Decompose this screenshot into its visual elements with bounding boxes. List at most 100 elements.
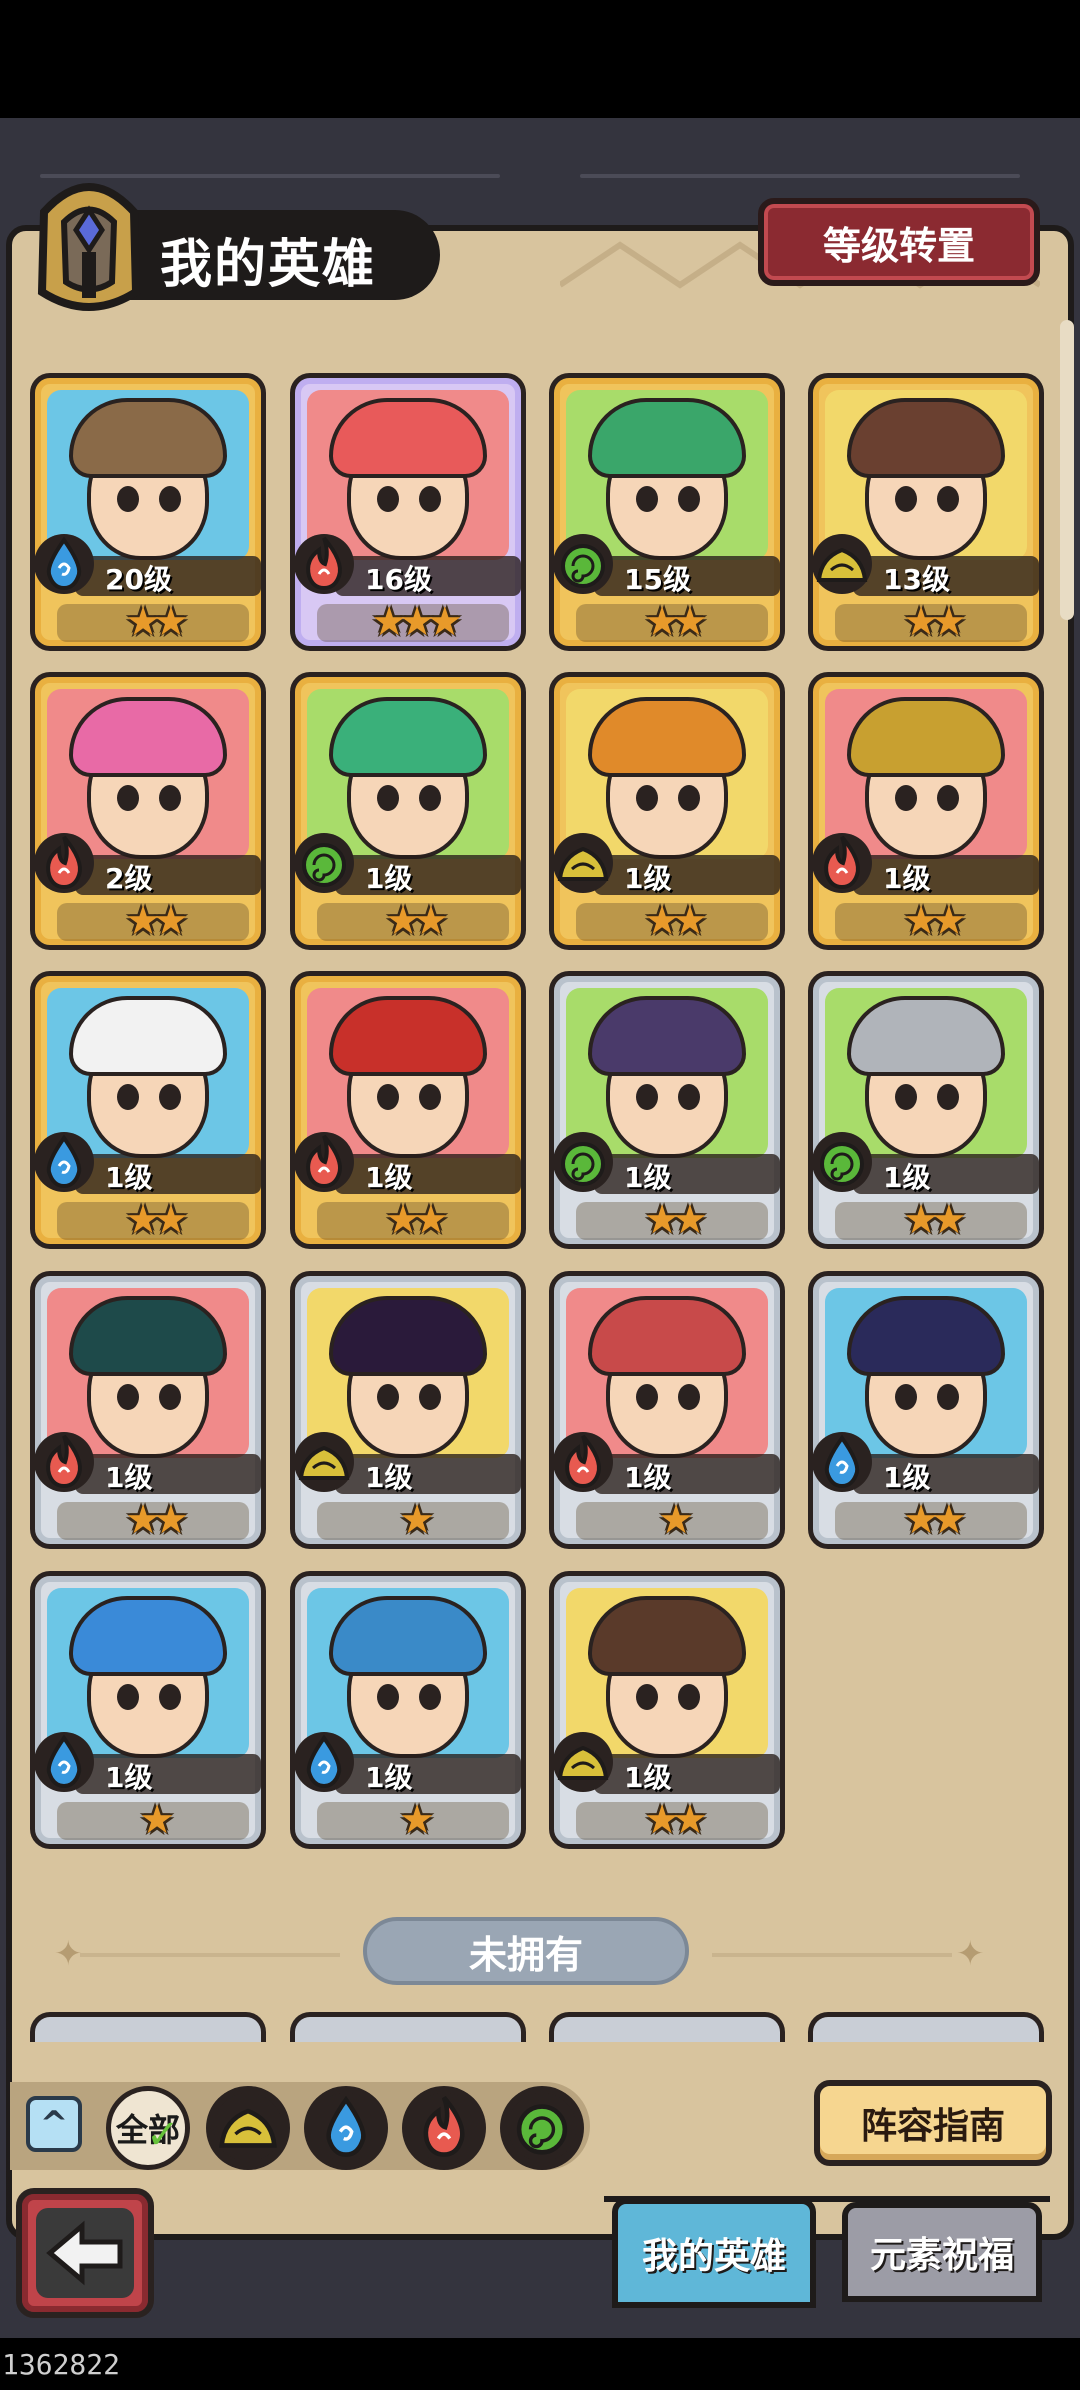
hero-hair (329, 1296, 487, 1376)
hero-level: 20级 (105, 563, 172, 596)
hero-level: 13级 (883, 563, 950, 596)
hero-eye (377, 1084, 399, 1110)
hero-eye (117, 1384, 139, 1410)
hero-stars: ★★ (644, 898, 708, 944)
hero-card[interactable]: 1级 ★★ (549, 971, 785, 1249)
wind-element-icon (502, 2086, 582, 2170)
hero-eye (159, 1384, 181, 1410)
hero-card[interactable]: 1级 ★★ (290, 971, 526, 1249)
hero-eye (419, 1084, 441, 1110)
scrollbar[interactable] (1060, 320, 1074, 620)
hero-hair (329, 996, 487, 1076)
hero-stars: ★★ (903, 1197, 967, 1243)
locked-hero-card[interactable] (290, 2012, 526, 2042)
earth-element-icon (554, 1726, 618, 1796)
hero-stars: ★★ (125, 1197, 189, 1243)
hero-card[interactable]: 1级 ★ (30, 1571, 266, 1849)
hero-stars: ★★ (644, 599, 708, 645)
footer-code: 1362822 03525a (0, 2340, 222, 2390)
hero-card[interactable]: 1级 ★★ (808, 1271, 1044, 1549)
filter-earth-button[interactable] (206, 2086, 290, 2170)
game-screen: 我的英雄 等级转置 20级 ★★ 16级 ★★★ 15级 ★★ 13级 ★★ 2级 ★★ 1级 ★★ 1… (0, 0, 1080, 2390)
status-bar (0, 0, 1080, 118)
hero-card[interactable]: 1级 ★ (290, 1271, 526, 1549)
hero-eye (159, 785, 181, 811)
hero-eye (159, 1684, 181, 1710)
earth-element-icon (813, 528, 877, 598)
level-bar (335, 1154, 521, 1194)
fire-element-icon (35, 1426, 99, 1496)
hero-level: 1级 (624, 1161, 672, 1194)
hero-hair (69, 996, 227, 1076)
hero-card[interactable]: 2级 ★★ (30, 672, 266, 950)
hero-level: 1级 (365, 1461, 413, 1494)
hero-stars: ★★ (385, 898, 449, 944)
hero-card[interactable]: 1级 ★ (290, 1571, 526, 1849)
wind-element-icon (554, 1126, 618, 1196)
hero-stars: ★★ (385, 1197, 449, 1243)
hero-eye (678, 1084, 700, 1110)
hero-hair (588, 697, 746, 777)
hero-stars: ★★ (903, 898, 967, 944)
hero-eye (377, 486, 399, 512)
hero-card[interactable]: 1级 ★★ (549, 1571, 785, 1849)
hero-card[interactable]: 1级 ★★ (549, 672, 785, 950)
hero-eye (159, 486, 181, 512)
filter-fire-button[interactable] (402, 2086, 486, 2170)
hero-card[interactable]: 1级 ★★ (30, 971, 266, 1249)
hero-level: 1级 (883, 1461, 931, 1494)
hero-stars: ★ (399, 1497, 435, 1543)
hero-hair (588, 996, 746, 1076)
hero-card[interactable]: 1级 ★★ (808, 971, 1044, 1249)
hero-card[interactable]: 1级 ★ (549, 1271, 785, 1549)
back-button[interactable] (16, 2188, 154, 2318)
level-bar (75, 1754, 261, 1794)
hero-level: 1级 (883, 862, 931, 895)
level-transfer-button[interactable]: 等级转置 (758, 198, 1040, 286)
fire-element-icon (35, 827, 99, 897)
hero-stars: ★ (139, 1797, 175, 1843)
hero-card[interactable]: 13级 ★★ (808, 373, 1044, 651)
hero-card[interactable]: 15级 ★★ (549, 373, 785, 651)
hero-eye (419, 486, 441, 512)
level-bar (75, 1454, 261, 1494)
hero-eye (117, 486, 139, 512)
hero-hair (329, 1596, 487, 1676)
hero-hair (588, 1596, 746, 1676)
level-bar (75, 1154, 261, 1194)
tab-element-blessing[interactable]: 元素祝福 (842, 2202, 1042, 2302)
hero-stars: ★★ (903, 599, 967, 645)
collapse-filter-button[interactable]: ^ (26, 2096, 82, 2152)
not-owned-label: 未拥有 (363, 1917, 689, 1985)
tab-my-heroes[interactable]: 我的英雄 (612, 2198, 816, 2308)
hero-card[interactable]: 20级 ★★ (30, 373, 266, 651)
wind-element-icon (554, 528, 618, 598)
hero-card[interactable]: 1级 ★★ (808, 672, 1044, 950)
hero-eye (678, 486, 700, 512)
level-bar (335, 855, 521, 895)
water-element-icon (813, 1426, 877, 1496)
lineup-guide-button[interactable]: 阵容指南 (814, 2080, 1052, 2166)
hero-hair (69, 697, 227, 777)
locked-hero-card[interactable] (30, 2012, 266, 2042)
level-bar (853, 1454, 1039, 1494)
fire-element-icon (813, 827, 877, 897)
filter-wind-button[interactable] (500, 2086, 584, 2170)
hero-card[interactable]: 16级 ★★★ (290, 373, 526, 651)
hero-card[interactable]: 1级 ★★ (30, 1271, 266, 1549)
filter-water-button[interactable] (304, 2086, 388, 2170)
water-element-icon (35, 528, 99, 598)
locked-hero-card[interactable] (549, 2012, 785, 2042)
hero-eye (636, 1384, 658, 1410)
hero-eye (117, 1084, 139, 1110)
hero-level: 16级 (365, 563, 432, 596)
earth-element-icon (208, 2086, 288, 2170)
hero-stars: ★ (399, 1797, 435, 1843)
hero-eye (159, 1084, 181, 1110)
hero-eye (895, 1084, 917, 1110)
hero-eye (117, 785, 139, 811)
earth-element-icon (554, 827, 618, 897)
locked-hero-card[interactable] (808, 2012, 1044, 2042)
hero-card[interactable]: 1级 ★★ (290, 672, 526, 950)
hero-stars: ★★ (644, 1197, 708, 1243)
